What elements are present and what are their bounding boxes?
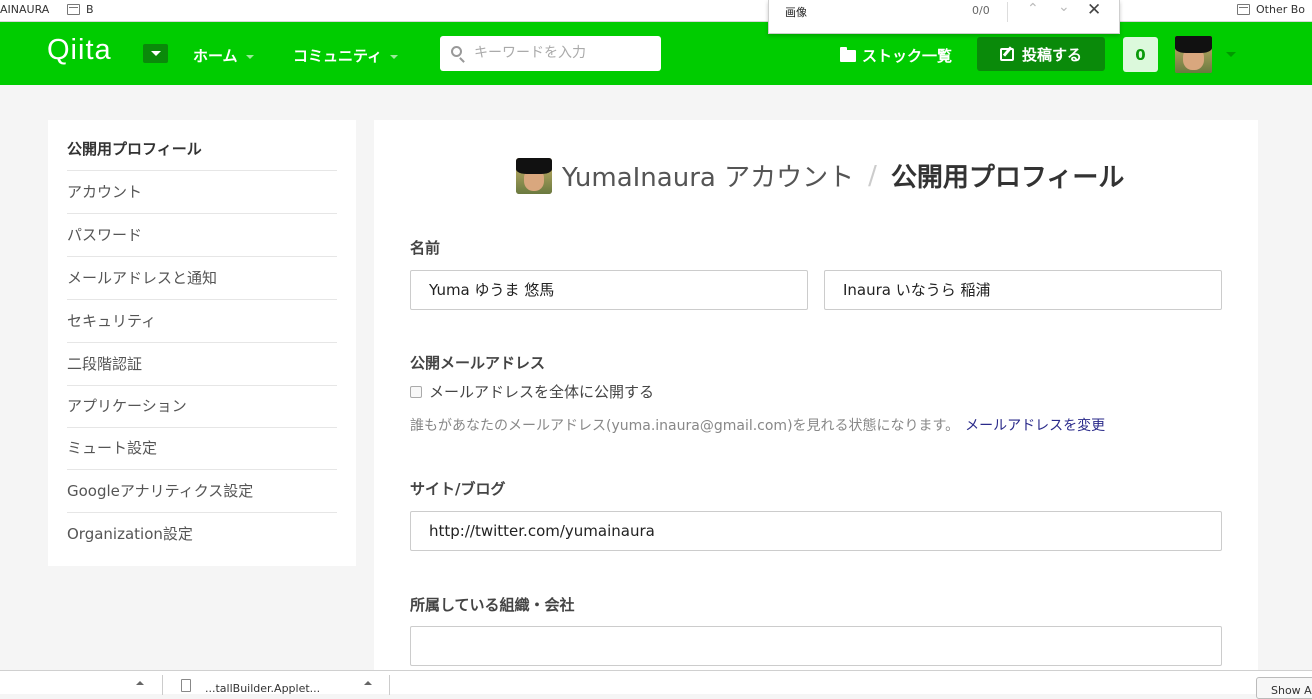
qiita-logo[interactable]: Qiita: [47, 34, 112, 67]
bookmark-label: AINAURA: [0, 3, 50, 16]
nav-community-label: コミュニティ: [293, 47, 383, 65]
page-title: YumaInaura アカウント / 公開用プロフィール: [516, 157, 1124, 194]
change-email-link[interactable]: メールアドレスを変更: [965, 418, 1105, 434]
public-email-label: 公開メールアドレス: [410, 354, 546, 372]
divider: [389, 675, 390, 695]
user-avatar[interactable]: [1175, 36, 1212, 73]
bookmark-label: B: [86, 3, 94, 16]
folder-icon: [1237, 4, 1250, 15]
search-input[interactable]: [474, 43, 654, 63]
chevron-up-icon[interactable]: [136, 681, 144, 685]
caret-down-icon[interactable]: [1226, 52, 1236, 57]
public-email-checkbox-label: メールアドレスを全体に公開する: [429, 383, 655, 401]
post-label: 投稿する: [1021, 45, 1082, 64]
find-input[interactable]: 画像: [785, 4, 807, 20]
chevron-up-icon[interactable]: [364, 681, 372, 685]
sidebar-item-public-profile[interactable]: 公開用プロフィール: [67, 128, 337, 171]
profile-settings-panel: YumaInaura アカウント / 公開用プロフィール 名前 Yuma ゆうま…: [374, 120, 1258, 694]
settings-sidebar: 公開用プロフィール アカウント パスワード メールアドレスと通知 セキュリティ …: [48, 120, 356, 566]
organization-field[interactable]: [410, 626, 1222, 666]
close-icon[interactable]: ✕: [1087, 0, 1101, 20]
caret-down-icon: [245, 54, 254, 59]
chevron-down-icon[interactable]: ⌄: [1058, 0, 1070, 15]
organization-label: 所属している組織・会社: [410, 596, 575, 614]
sidebar-item-email-notifications[interactable]: メールアドレスと通知: [67, 257, 337, 300]
search-box: [440, 36, 661, 71]
sidebar-item-google-analytics[interactable]: Googleアナリティクス設定: [67, 470, 337, 513]
public-email-checkbox[interactable]: [410, 385, 422, 398]
email-help-text: 誰もがあなたのメールアドレス(yuma.inaura@gmail.com)を見れ…: [410, 415, 1105, 435]
search-icon: [451, 46, 462, 57]
caret-down-icon: [390, 54, 399, 59]
file-icon: [181, 679, 191, 692]
last-name-field[interactable]: Inaura いなうら 稲浦: [824, 270, 1222, 310]
other-bookmarks[interactable]: Other Bo: [1237, 3, 1305, 16]
find-count: 0/0: [972, 4, 990, 17]
email-help-message: 誰もがあなたのメールアドレス(yuma.inaura@gmail.com)を見れ…: [410, 418, 960, 434]
page-title-user: YumaInaura アカウント: [562, 163, 855, 193]
public-email-option[interactable]: メールアドレスを全体に公開する: [410, 381, 654, 402]
show-all-downloads-button[interactable]: Show A: [1256, 677, 1312, 699]
sidebar-item-two-factor[interactable]: 二段階認証: [67, 343, 337, 386]
bookmark-label: Other Bo: [1256, 3, 1306, 16]
bookmark-item[interactable]: AINAURA: [0, 3, 49, 16]
breadcrumb-separator: /: [868, 160, 877, 191]
logo-dropdown-button[interactable]: [143, 44, 168, 63]
sidebar-item-applications[interactable]: アプリケーション: [67, 385, 337, 428]
sidebar-item-security[interactable]: セキュリティ: [67, 300, 337, 343]
post-button[interactable]: 投稿する: [977, 37, 1105, 71]
avatar: [516, 157, 552, 194]
nav-home[interactable]: ホーム: [193, 45, 254, 66]
download-bar: ...tallBuilder.Applet... Show A: [0, 670, 1312, 699]
nav-home-label: ホーム: [193, 47, 238, 65]
first-name-field[interactable]: Yuma ゆうま 悠馬: [410, 270, 808, 310]
stock-label: ストック一覧: [862, 47, 953, 65]
folder-icon: [67, 4, 80, 15]
folder-open-icon: [840, 46, 856, 62]
name-label: 名前: [410, 239, 441, 257]
divider: [162, 675, 163, 695]
chevron-up-icon[interactable]: ⌃: [1027, 1, 1039, 17]
edit-icon: [999, 47, 1014, 61]
sidebar-item-password[interactable]: パスワード: [67, 214, 337, 257]
nav-community[interactable]: コミュニティ: [293, 45, 399, 66]
sidebar-item-organization[interactable]: Organization設定: [67, 513, 337, 556]
site-url-field[interactable]: http://twitter.com/yumainaura: [410, 511, 1222, 551]
sidebar-item-mute[interactable]: ミュート設定: [67, 427, 337, 470]
stock-list-link[interactable]: ストック一覧: [840, 45, 952, 66]
sidebar-item-account[interactable]: アカウント: [67, 171, 337, 214]
site-label: サイト/ブログ: [410, 480, 506, 498]
notification-count-button[interactable]: 0: [1123, 37, 1158, 72]
find-bar: 画像 0/0 ⌃ ⌄ ✕: [768, 0, 1120, 34]
page-title-section: 公開用プロフィール: [890, 163, 1125, 193]
find-divider: [1007, 2, 1008, 22]
bookmark-folder[interactable]: B: [67, 3, 94, 16]
download-item[interactable]: ...tallBuilder.Applet...: [205, 682, 320, 695]
